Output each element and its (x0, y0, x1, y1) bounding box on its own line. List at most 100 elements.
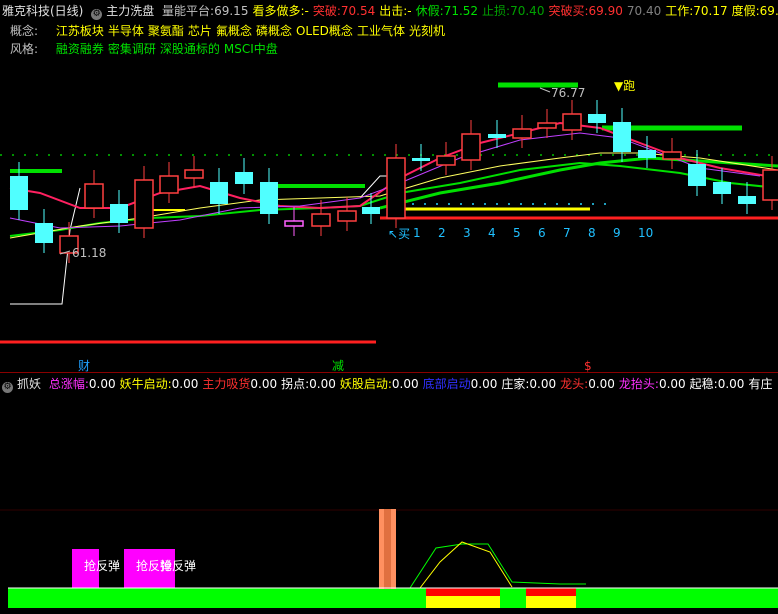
count-label: 6 (538, 226, 546, 240)
candle-body (386, 157, 406, 219)
marker-jian: 减 (332, 359, 344, 372)
count-label: 8 (588, 226, 596, 240)
candle-body (311, 213, 331, 227)
count-label: 10 (638, 226, 653, 240)
ind-red-block-2 (526, 588, 576, 596)
concept-tag[interactable]: 聚氨酯 (148, 24, 184, 38)
style-tag[interactable]: 密集调研 (108, 42, 156, 56)
header-item: 出击: (379, 4, 408, 18)
ind-red-block-1 (426, 588, 500, 596)
count-label: 9 (613, 226, 621, 240)
ind-curve-2 (419, 541, 513, 589)
candle-body (235, 172, 253, 184)
header-item-value: - (407, 4, 412, 18)
candle-body (134, 179, 154, 229)
count-label: 7 (563, 226, 571, 240)
indicator-item: 有庄 (748, 377, 773, 391)
indicator-gear-icon[interactable]: ⚙ (91, 9, 103, 20)
concept-tag[interactable]: OLED概念 (296, 24, 353, 38)
candle-body (662, 151, 682, 160)
concept-tag[interactable]: 磷概念 (256, 24, 292, 38)
candle-body (210, 182, 228, 204)
candlestick-chart[interactable]: 76.77 61.18 ▼跑 ↖买 1 2 3 4 5 6 7 8 9 10 财 减 $ (0, 58, 778, 372)
ind-yellow-block-2 (526, 596, 576, 608)
indicator-item-value: 0.00 (250, 377, 278, 391)
indicator-item: 庄家: (501, 377, 530, 391)
concept-tag[interactable]: 工业气体 (357, 24, 405, 38)
header-item-value: 70.40 (510, 4, 545, 18)
indicator-item-value: 0.00 (588, 377, 615, 391)
ind-green-base (8, 588, 778, 608)
indicator-item-value: 0.00 (658, 377, 686, 391)
indicator-item: 拐点: (281, 377, 310, 391)
candle-body (35, 223, 53, 243)
style-tag[interactable]: 深股通标的 (160, 42, 220, 56)
concept-tag[interactable]: 芯片 (188, 24, 212, 38)
candle-body (738, 196, 756, 204)
candle-body (362, 207, 380, 214)
candle-body (762, 169, 778, 201)
header-item: 度假: (731, 4, 760, 18)
header-item: 看多做多: (252, 4, 305, 18)
indicator-chart[interactable]: 抢反弹 抢反弹 抢反弹 (0, 392, 778, 614)
candle-body (613, 122, 631, 152)
header-item-value: 69.15 (214, 4, 249, 18)
header-item: 量能平台: (162, 4, 215, 18)
candle-body (110, 204, 128, 223)
header-item-value: 70.54 (340, 4, 376, 18)
candle-body (537, 122, 557, 129)
indicator-item-value: 0.00 (717, 377, 745, 391)
marker-s: $ (584, 359, 592, 372)
header-item-value: 69.90 (588, 4, 623, 18)
candle-body (84, 183, 104, 209)
candle-body (10, 176, 28, 210)
stock-title: 雅克科技(日线) (2, 4, 84, 18)
indicator-item: 妖牛启动: (119, 377, 172, 391)
candle-body (512, 128, 532, 139)
indicator-name[interactable]: 主力洗盘 (106, 4, 154, 18)
concept-tag[interactable]: 氟概念 (216, 24, 252, 38)
count-label: 4 (488, 226, 496, 240)
rebound-label-3: 抢反弹 (160, 558, 196, 573)
concept-tag[interactable]: 半导体 (108, 24, 144, 38)
indicator-item-value: 0.00 (171, 377, 199, 391)
concept-tag[interactable]: 江苏板块 (56, 24, 104, 38)
candle-body (713, 182, 731, 194)
candle-body (488, 134, 506, 138)
indicator-item: 底部启动 (422, 377, 471, 391)
candle-body (588, 114, 606, 123)
candle-body (638, 150, 656, 158)
indicator-item-value: 0.00 (391, 377, 419, 391)
count-label: 2 (438, 226, 446, 240)
indicator-panel-name[interactable]: 抓妖 (17, 377, 41, 391)
style-tag[interactable]: 融资融券 (56, 42, 104, 56)
concept-row: 概念: 江苏板块 半导体 聚氨酯 芯片 氟概念 磷概念 OLED概念 工业气体 光刻机 (10, 22, 453, 39)
header-item: 突破: (312, 4, 341, 18)
count-label: 5 (513, 226, 521, 240)
candle-body (436, 155, 456, 166)
header-item: 工作: (665, 4, 694, 18)
header-item-value: 71.52 (443, 4, 479, 18)
concept-tag[interactable]: 光刻机 (409, 24, 445, 38)
indicator-item-value: 0.00 (529, 377, 557, 391)
header-item-value: - (304, 4, 309, 18)
candle-body (562, 113, 582, 131)
indicator-item: 妖股启动: (339, 377, 392, 391)
candle-body (461, 133, 481, 161)
chart-header: 雅克科技(日线) ⚙ 主力洗盘 量能平台:69.15 看多做多:- 突破:70.54 出… (2, 2, 778, 20)
style-row: 风格: 融资融券 密集调研 深股通标的 MSCI中盘 (10, 40, 286, 57)
high-pointer (539, 87, 551, 93)
marker-cai: 财 (78, 359, 90, 372)
style-tag[interactable]: MSCI中盘 (224, 42, 278, 56)
indicator-item: 龙头: (560, 377, 589, 391)
count-label: 1 (413, 226, 421, 240)
candle-body (159, 175, 179, 194)
indicator-item: 起稳: (689, 377, 718, 391)
header-item-value: 70.17 (693, 4, 728, 18)
high-price-label: 76.77 (551, 86, 585, 100)
candle-body (184, 169, 204, 179)
ind-yellow-block-1 (426, 596, 500, 608)
candle-body (284, 220, 304, 227)
count-label: 3 (463, 226, 471, 240)
rebound-label-1: 抢反弹 (84, 558, 120, 573)
